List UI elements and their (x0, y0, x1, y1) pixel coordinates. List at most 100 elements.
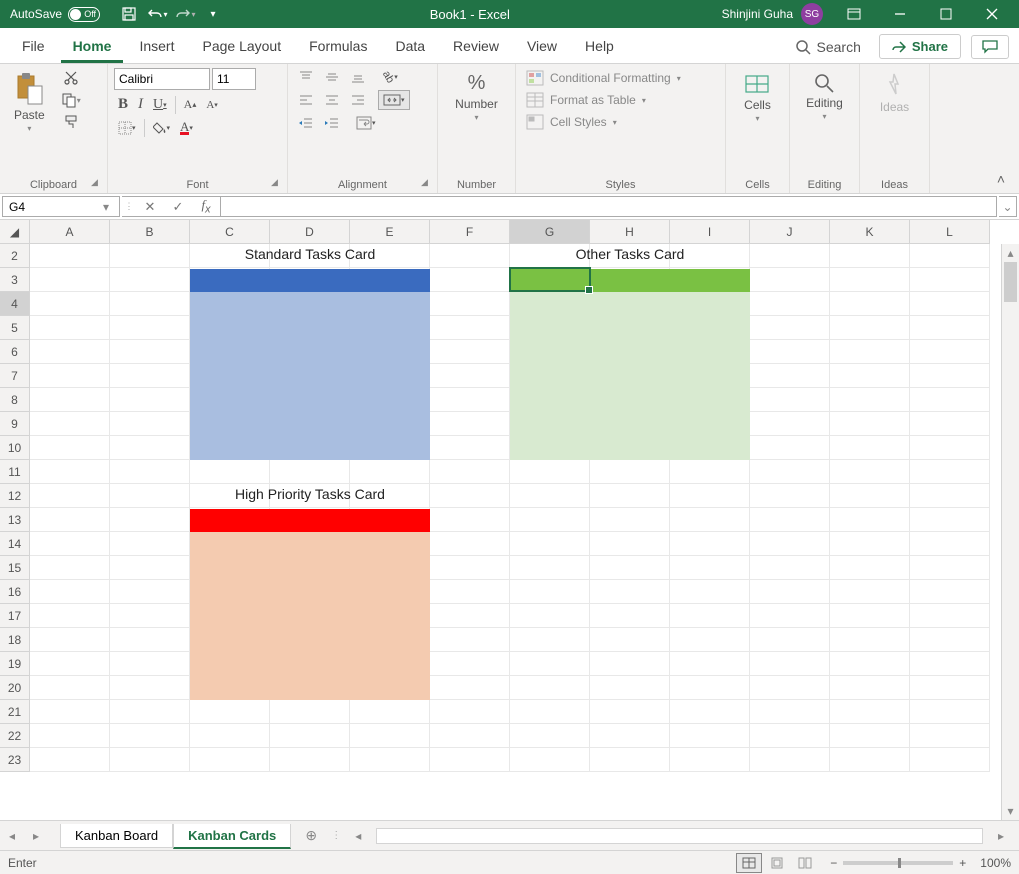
font-color-icon[interactable]: A▾ (176, 119, 197, 137)
cell-K7[interactable] (830, 364, 910, 388)
vertical-scrollbar[interactable]: ▴ ▾ (1001, 244, 1019, 820)
cell-L20[interactable] (910, 676, 990, 700)
cell-G19[interactable] (510, 652, 590, 676)
cell-L8[interactable] (910, 388, 990, 412)
cell-G13[interactable] (510, 508, 590, 532)
cell-F16[interactable] (430, 580, 510, 604)
col-header-E[interactable]: E (350, 220, 430, 244)
tab-help[interactable]: Help (573, 30, 626, 63)
row-header-5[interactable]: 5 (0, 316, 30, 340)
cell-I15[interactable] (670, 556, 750, 580)
tab-home[interactable]: Home (61, 30, 124, 63)
paste-button[interactable]: Paste ▾ (6, 68, 53, 137)
cell-K10[interactable] (830, 436, 910, 460)
cell-J6[interactable] (750, 340, 830, 364)
cell-H21[interactable] (590, 700, 670, 724)
increase-font-icon[interactable]: A▴ (180, 95, 201, 114)
cell-L13[interactable] (910, 508, 990, 532)
cell-K16[interactable] (830, 580, 910, 604)
font-size-select[interactable] (212, 68, 256, 90)
cell-I13[interactable] (670, 508, 750, 532)
cell-K21[interactable] (830, 700, 910, 724)
row-header-8[interactable]: 8 (0, 388, 30, 412)
cell-L21[interactable] (910, 700, 990, 724)
cell-G12[interactable] (510, 484, 590, 508)
cancel-formula-icon[interactable]: ✕ (136, 197, 164, 216)
scroll-up-icon[interactable]: ▴ (1002, 244, 1019, 262)
comments-button[interactable] (971, 35, 1009, 59)
row-header-16[interactable]: 16 (0, 580, 30, 604)
cell-F6[interactable] (430, 340, 510, 364)
user-account[interactable]: Shinjini Guha SG (714, 3, 831, 25)
row-header-13[interactable]: 13 (0, 508, 30, 532)
row-header-11[interactable]: 11 (0, 460, 30, 484)
cell-B7[interactable] (110, 364, 190, 388)
cell-B20[interactable] (110, 676, 190, 700)
wrap-text-icon[interactable]: ▾ (352, 114, 380, 132)
col-header-I[interactable]: I (670, 220, 750, 244)
editing-button[interactable]: Editing ▾ (798, 68, 851, 125)
cell-B22[interactable] (110, 724, 190, 748)
cell-J15[interactable] (750, 556, 830, 580)
row-header-2[interactable]: 2 (0, 244, 30, 268)
row-header-14[interactable]: 14 (0, 532, 30, 556)
cell-K8[interactable] (830, 388, 910, 412)
cell-L15[interactable] (910, 556, 990, 580)
cell-J3[interactable] (750, 268, 830, 292)
cell-D21[interactable] (270, 700, 350, 724)
cell-L16[interactable] (910, 580, 990, 604)
cell-K6[interactable] (830, 340, 910, 364)
cell-A18[interactable] (30, 628, 110, 652)
tab-insert[interactable]: Insert (127, 30, 186, 63)
cell-I17[interactable] (670, 604, 750, 628)
align-top-icon[interactable] (294, 68, 318, 86)
copy-icon[interactable]: ▾ (57, 90, 85, 110)
cell-H14[interactable] (590, 532, 670, 556)
cell-F2[interactable] (430, 244, 510, 268)
conditional-formatting-button[interactable]: Conditional Formatting▾ (522, 68, 712, 88)
row-header-19[interactable]: 19 (0, 652, 30, 676)
cell-H20[interactable] (590, 676, 670, 700)
row-header-9[interactable]: 9 (0, 412, 30, 436)
cell-K5[interactable] (830, 316, 910, 340)
sheet-tab-kanban-cards[interactable]: Kanban Cards (173, 824, 291, 849)
cell-K17[interactable] (830, 604, 910, 628)
cell-I22[interactable] (670, 724, 750, 748)
sheet-tab-kanban-board[interactable]: Kanban Board (60, 824, 173, 848)
cell-A5[interactable] (30, 316, 110, 340)
align-right-icon[interactable] (346, 91, 370, 109)
cell-D23[interactable] (270, 748, 350, 772)
formula-input[interactable] (221, 196, 997, 217)
cell-L10[interactable] (910, 436, 990, 460)
col-header-J[interactable]: J (750, 220, 830, 244)
ideas-button[interactable]: Ideas (872, 68, 917, 118)
cell-J20[interactable] (750, 676, 830, 700)
borders-icon[interactable]: ▾ (114, 119, 140, 137)
cell-E21[interactable] (350, 700, 430, 724)
cell-I16[interactable] (670, 580, 750, 604)
format-painter-icon[interactable] (57, 112, 85, 132)
cell-B18[interactable] (110, 628, 190, 652)
align-middle-icon[interactable] (320, 68, 344, 86)
cell-I19[interactable] (670, 652, 750, 676)
row-header-10[interactable]: 10 (0, 436, 30, 460)
cell-I20[interactable] (670, 676, 750, 700)
cell-K9[interactable] (830, 412, 910, 436)
cell-F12[interactable] (430, 484, 510, 508)
cell-J8[interactable] (750, 388, 830, 412)
cell-G23[interactable] (510, 748, 590, 772)
cell-J17[interactable] (750, 604, 830, 628)
cell-J7[interactable] (750, 364, 830, 388)
sheet-nav-prev-icon[interactable]: ◂ (0, 829, 24, 843)
align-left-icon[interactable] (294, 91, 318, 109)
cell-F11[interactable] (430, 460, 510, 484)
cell-I23[interactable] (670, 748, 750, 772)
col-header-C[interactable]: C (190, 220, 270, 244)
cell-B12[interactable] (110, 484, 190, 508)
cell-F5[interactable] (430, 316, 510, 340)
share-button[interactable]: Share (879, 34, 961, 59)
cell-K20[interactable] (830, 676, 910, 700)
col-header-K[interactable]: K (830, 220, 910, 244)
cell-I14[interactable] (670, 532, 750, 556)
cell-B9[interactable] (110, 412, 190, 436)
